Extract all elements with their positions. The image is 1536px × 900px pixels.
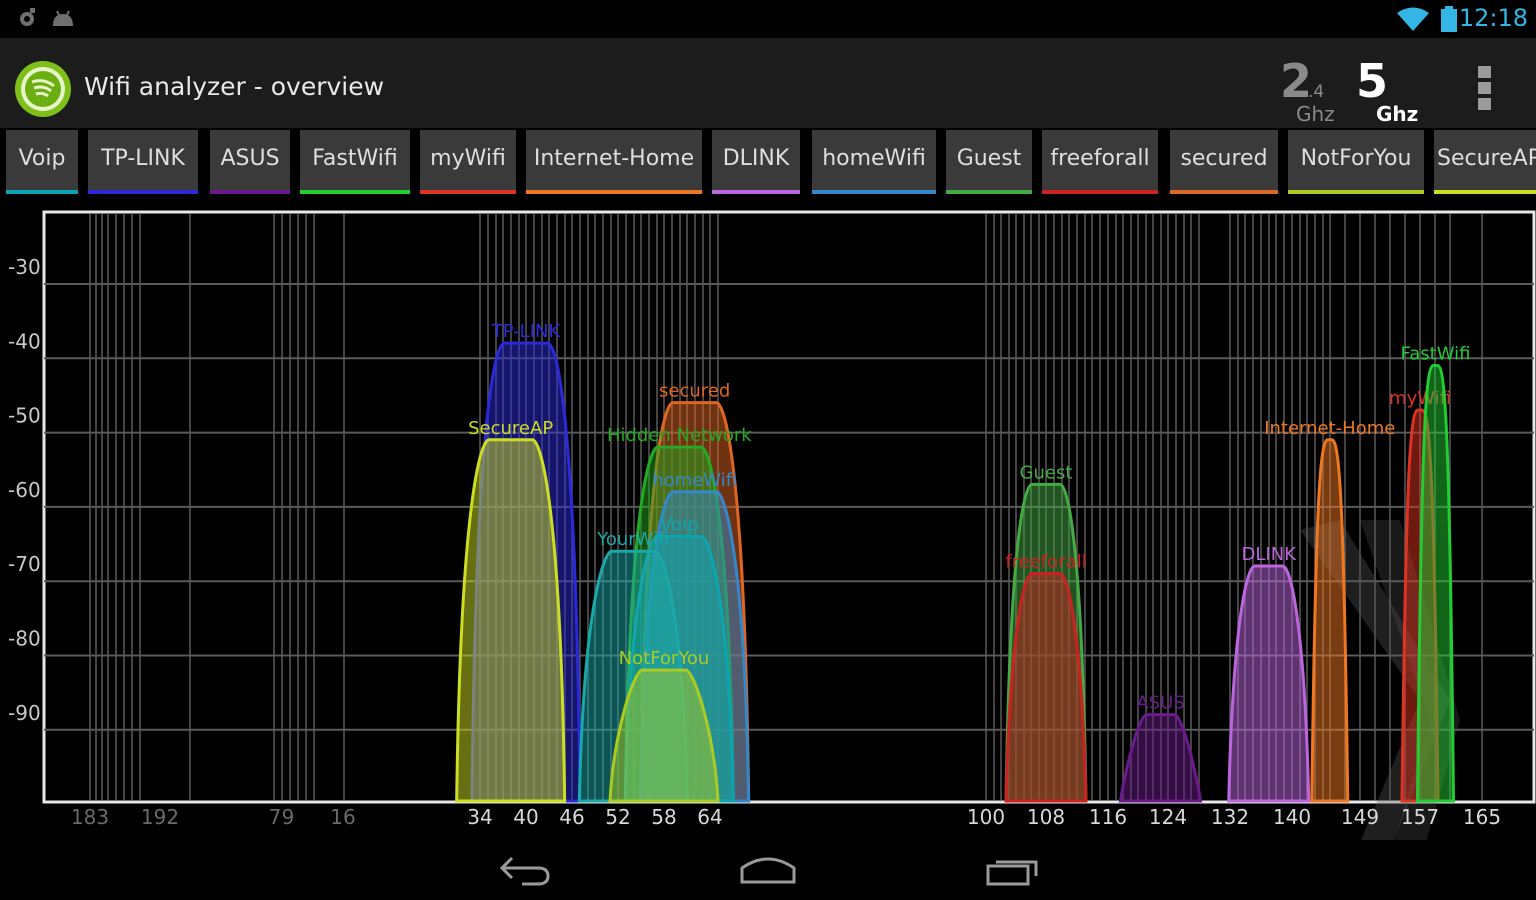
- android-notification-icon: [53, 10, 73, 26]
- home-icon[interactable]: [738, 850, 798, 888]
- x-tick-label: 64: [697, 805, 722, 829]
- network-chip-guest[interactable]: Guest: [946, 130, 1032, 194]
- x-tick-label: 116: [1089, 805, 1127, 829]
- signal-label-internet-home: Internet-Home: [1264, 418, 1395, 439]
- overflow-menu-icon[interactable]: [1478, 66, 1492, 116]
- band-24-minor: .4: [1308, 82, 1325, 102]
- battery-icon: [1441, 6, 1457, 32]
- action-bar: Wifi analyzer - overview 2 .4 Ghz 5 Ghz: [0, 38, 1536, 128]
- x-tick-label: 100: [967, 805, 1005, 829]
- signal-label-fastwifi: FastWifi: [1401, 343, 1471, 364]
- x-tick-label: 132: [1211, 805, 1249, 829]
- x-tick-label: 7: [269, 805, 282, 829]
- y-tick-label: -30: [8, 255, 41, 279]
- band-24ghz-toggle[interactable]: 2 .4 Ghz: [1280, 58, 1350, 128]
- y-tick-label: -70: [8, 552, 41, 576]
- x-tick-label: 140: [1273, 805, 1311, 829]
- network-chip-voip[interactable]: Voip: [6, 130, 78, 194]
- network-chip-freeforall[interactable]: freeforall: [1042, 130, 1158, 194]
- x-tick-label: 40: [513, 805, 538, 829]
- wifi-analyzer-logo-icon[interactable]: [14, 60, 72, 118]
- signal-label-yourwifi: YourWifi: [596, 529, 669, 550]
- signal-curve-secureap: [455, 438, 567, 803]
- settings-notification-icon: [20, 8, 35, 26]
- x-tick-label: 124: [1149, 805, 1187, 829]
- app-title: Wifi analyzer - overview: [84, 72, 385, 101]
- signal-label-freeforall: freeforall: [1005, 551, 1086, 572]
- band-5-major: 5: [1356, 54, 1389, 108]
- network-chip-notforyou[interactable]: NotForYou: [1288, 130, 1424, 194]
- x-tick-label: 157: [1401, 805, 1439, 829]
- band-5-unit: Ghz: [1376, 102, 1419, 126]
- y-tick-label: -40: [8, 329, 41, 353]
- signal-label-tp-link: TP-LINK: [491, 321, 562, 342]
- network-chip-mywifi[interactable]: myWifi: [420, 130, 516, 194]
- x-tick-label: 108: [1027, 805, 1065, 829]
- signal-chart: -30 -40 -50 -60 -70 -80 -90 TP-LINK secured Secur…: [0, 200, 1536, 840]
- x-tick-label: 34: [467, 805, 492, 829]
- network-chip-homewifi[interactable]: homeWifi: [812, 130, 936, 194]
- signal-chart-svg: -30 -40 -50 -60 -70 -80 -90 TP-LINK secured Secur…: [8, 210, 1536, 840]
- signal-label-notforyou: NotForYou: [619, 648, 710, 669]
- signal-label-secureap: SecureAP: [468, 418, 553, 439]
- network-chip-internet-home[interactable]: Internet-Home: [526, 130, 702, 194]
- band-24-unit: Ghz: [1296, 102, 1335, 126]
- network-filter-row: Voip TP-LINK ASUS FastWifi myWifi Internet-Ho…: [0, 128, 1536, 200]
- back-icon[interactable]: [498, 850, 554, 888]
- signal-label-asus: ASUS: [1136, 693, 1184, 714]
- x-tick-label: 165: [1463, 805, 1501, 829]
- signal-label-dlink: DLINK: [1242, 544, 1298, 565]
- wifi-icon: [1397, 7, 1429, 31]
- x-tick-label: 16: [330, 805, 355, 829]
- x-tick-label: 149: [1341, 805, 1379, 829]
- recent-apps-icon[interactable]: [984, 850, 1042, 888]
- x-tick-label: 46: [559, 805, 584, 829]
- network-chip-fastwifi[interactable]: FastWifi: [300, 130, 410, 194]
- network-chip-secureap[interactable]: SecureAP: [1434, 130, 1536, 194]
- x-tick-label: 9: [282, 805, 295, 829]
- x-tick-label: 58: [651, 805, 676, 829]
- signal-label-hidden-network: Hidden Network: [607, 425, 752, 446]
- x-tick-label: 192: [141, 805, 179, 829]
- y-tick-label: -80: [8, 627, 41, 651]
- y-tick-label: -50: [8, 404, 41, 428]
- y-tick-label: -60: [8, 478, 41, 502]
- y-tick-label: -90: [8, 701, 41, 725]
- x-tick-label: 52: [605, 805, 630, 829]
- network-chip-secured[interactable]: secured: [1170, 130, 1278, 194]
- signal-label-homewifi: homeWifi: [652, 470, 737, 491]
- network-chip-dlink[interactable]: DLINK: [712, 130, 800, 194]
- network-chip-asus[interactable]: ASUS: [210, 130, 290, 194]
- network-chip-tp-link[interactable]: TP-LINK: [88, 130, 198, 194]
- clock: 12:18: [1458, 4, 1528, 32]
- band-5ghz-toggle[interactable]: 5 Ghz: [1356, 58, 1426, 128]
- signal-label-secured: secured: [659, 381, 730, 402]
- navigation-bar: [0, 840, 1536, 900]
- status-bar: 12:18: [0, 0, 1536, 38]
- signal-label-guest: Guest: [1020, 462, 1073, 483]
- x-tick-label: 183: [71, 805, 109, 829]
